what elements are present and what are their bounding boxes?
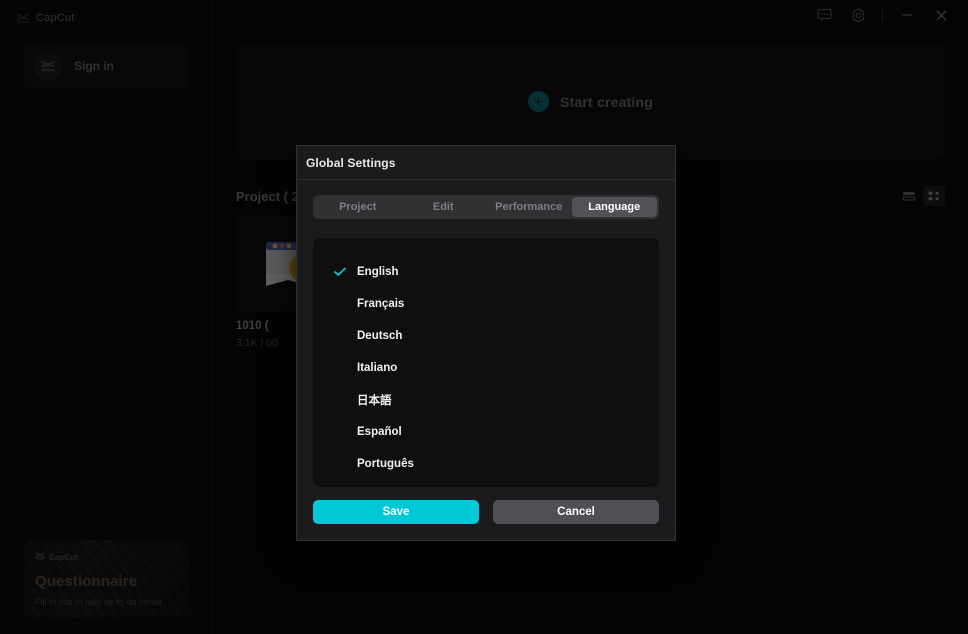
check-placeholder — [334, 394, 346, 406]
dialog-title: Global Settings — [306, 155, 396, 170]
language-option-deutsch[interactable]: Deutsch — [313, 320, 659, 352]
tab-performance[interactable]: Performance — [486, 197, 572, 217]
dialog-body: Project Edit Performance Language Englis… — [297, 180, 675, 487]
language-option-italiano[interactable]: Italiano — [313, 352, 659, 384]
check-placeholder — [334, 426, 346, 438]
language-list: English Français Deutsch Italiano 日本語 Es… — [313, 238, 659, 487]
language-label: Deutsch — [357, 330, 403, 342]
global-settings-dialog: Global Settings Project Edit Performance… — [296, 145, 676, 541]
tab-project[interactable]: Project — [315, 197, 401, 217]
language-label: English — [357, 266, 399, 278]
language-label: Français — [357, 298, 405, 310]
capcut-app-window: CapCut Sign in CapCut Question — [0, 0, 968, 634]
language-option-portugues[interactable]: Português — [313, 448, 659, 480]
check-placeholder — [334, 362, 346, 374]
language-label: Italiano — [357, 362, 398, 374]
language-option-espanol[interactable]: Español — [313, 416, 659, 448]
language-label: Português — [357, 458, 414, 470]
settings-tabbar: Project Edit Performance Language — [313, 195, 659, 219]
check-placeholder — [334, 298, 346, 310]
language-option-english[interactable]: English — [313, 256, 659, 288]
check-placeholder — [334, 458, 346, 470]
tab-edit[interactable]: Edit — [401, 197, 487, 217]
save-button[interactable]: Save — [313, 500, 479, 524]
cancel-button[interactable]: Cancel — [493, 500, 659, 524]
language-option-francais[interactable]: Français — [313, 288, 659, 320]
check-icon — [334, 266, 346, 278]
language-label: 日本語 — [357, 395, 392, 407]
dialog-footer: Save Cancel — [297, 484, 675, 540]
language-option-japanese[interactable]: 日本語 — [313, 384, 659, 416]
check-placeholder — [334, 330, 346, 342]
tab-language[interactable]: Language — [571, 197, 657, 217]
dialog-header: Global Settings — [297, 146, 675, 180]
language-label: Español — [357, 426, 402, 438]
